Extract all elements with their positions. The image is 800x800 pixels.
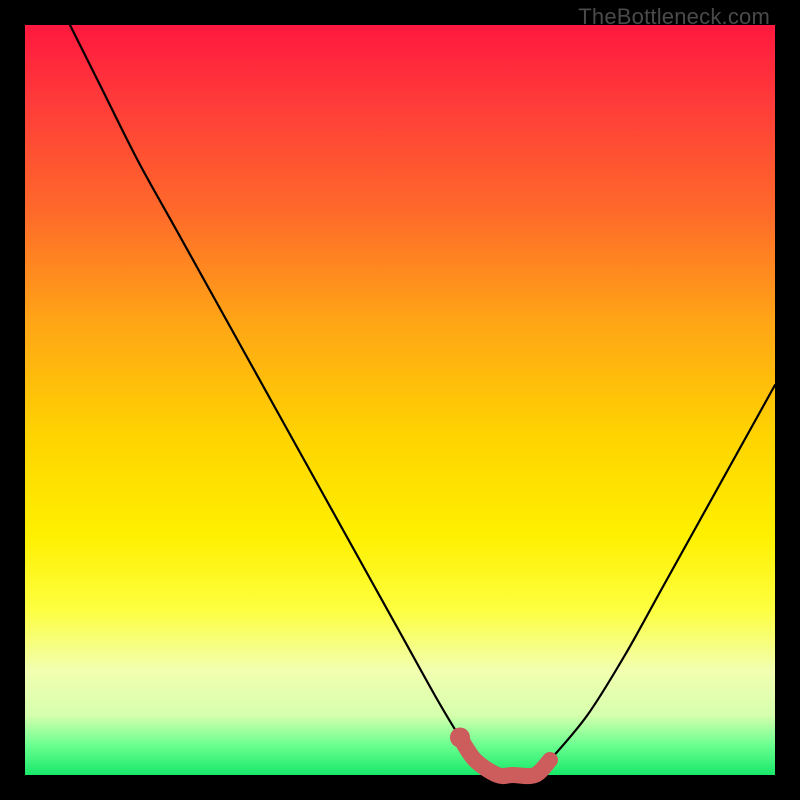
bottleneck-curve-line [70, 25, 775, 776]
chart-frame [25, 25, 775, 775]
watermark-text: TheBottleneck.com [578, 4, 770, 30]
optimal-range-dot [450, 728, 470, 748]
optimal-range-marker [460, 738, 550, 777]
bottleneck-chart [25, 25, 775, 775]
